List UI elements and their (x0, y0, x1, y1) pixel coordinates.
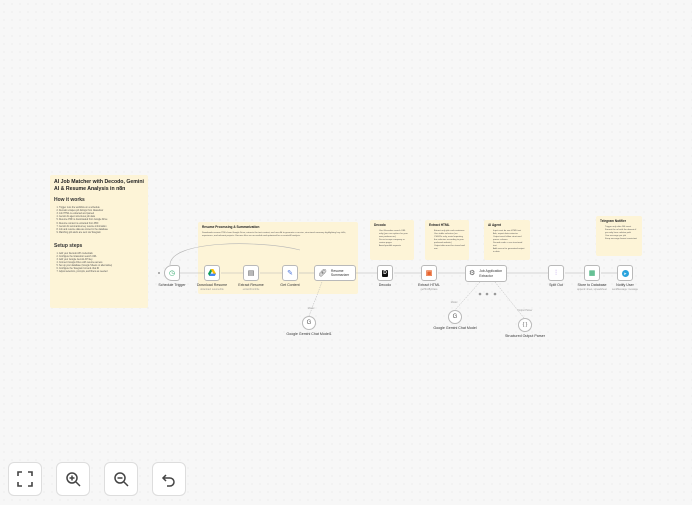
structured-output-parser-node[interactable]: { } (518, 318, 532, 332)
gemini-model-1-node[interactable]: G (302, 316, 316, 330)
zoom-out-icon (114, 472, 129, 487)
file-extract-icon: ▤ (247, 269, 255, 277)
telegram-icon: ➤ (621, 269, 629, 277)
resume-summarizer-node[interactable]: 🔗︎ Resume Summarizer (314, 265, 356, 281)
split-icon: ⫶ (555, 269, 557, 277)
google-sheets-icon: ▦ (588, 269, 596, 277)
get-content-node[interactable]: ✎ (282, 265, 298, 281)
parser-connection (494, 281, 525, 319)
connection-label: Model (307, 307, 315, 310)
connector-dot (478, 292, 482, 296)
connection-label: Output Parser (517, 309, 533, 312)
gemini-icon: G (452, 314, 458, 320)
node-inner-label: Job Application Extractor (479, 269, 503, 278)
connector-dot (485, 292, 489, 296)
fit-view-button[interactable] (8, 462, 42, 496)
undo-icon (161, 474, 175, 487)
connection-label: Model (450, 301, 458, 304)
split-out-node[interactable]: ⫶ (548, 265, 564, 281)
extract-resume-node[interactable]: ▤ (243, 265, 259, 281)
pencil-icon: ✎ (287, 269, 293, 277)
node-label: Google Gemini Chat Model1 (286, 332, 332, 336)
node-sublabel: sendMessage: message (612, 288, 638, 291)
node-label: Structured Output Parser (505, 334, 545, 338)
node-sublabel: extractFromFile (242, 288, 260, 291)
zoom-in-button[interactable] (56, 462, 90, 496)
trigger-dot (158, 272, 160, 274)
robot-icon: ⚙︎ (469, 270, 476, 277)
chain-link-icon: 🔗︎ (318, 269, 327, 277)
gemini-model-2-node[interactable]: G (448, 310, 462, 324)
gemini-icon: G (306, 320, 312, 326)
schedule-trigger-node[interactable]: ◷ (164, 265, 180, 281)
node-inner-label: Resume Summarizer (330, 268, 350, 277)
clock-icon: ◷ (168, 269, 176, 277)
node-label: Google Gemini Chat Model (433, 326, 477, 330)
store-database-node[interactable]: ▦ (584, 265, 600, 281)
google-drive-icon (208, 268, 216, 278)
node-sublabel: getHtmlByClass (420, 288, 438, 291)
node-label: Notify User (616, 283, 634, 287)
connections-layer (158, 243, 617, 319)
job-extractor-agent-node[interactable]: ⚙︎ Job Application Extractor (465, 265, 507, 282)
fit-view-icon (17, 471, 33, 487)
node-label: Get Content (280, 283, 300, 287)
connection-line (169, 243, 301, 266)
decodo-node[interactable]: D (377, 265, 393, 281)
decodo-logo-icon: D (381, 269, 389, 277)
connector-dot (493, 292, 497, 296)
extract-html-node[interactable]: ▣ (421, 265, 437, 281)
undo-button[interactable] (152, 462, 186, 496)
node-label: Extract HTML (418, 283, 440, 287)
zoom-out-button[interactable] (104, 462, 138, 496)
html-icon: ▣ (425, 269, 433, 277)
braces-icon: { } (522, 321, 528, 328)
zoom-in-icon (66, 472, 81, 487)
download-resume-node[interactable] (204, 265, 220, 281)
notify-user-node[interactable]: ➤ (617, 265, 633, 281)
